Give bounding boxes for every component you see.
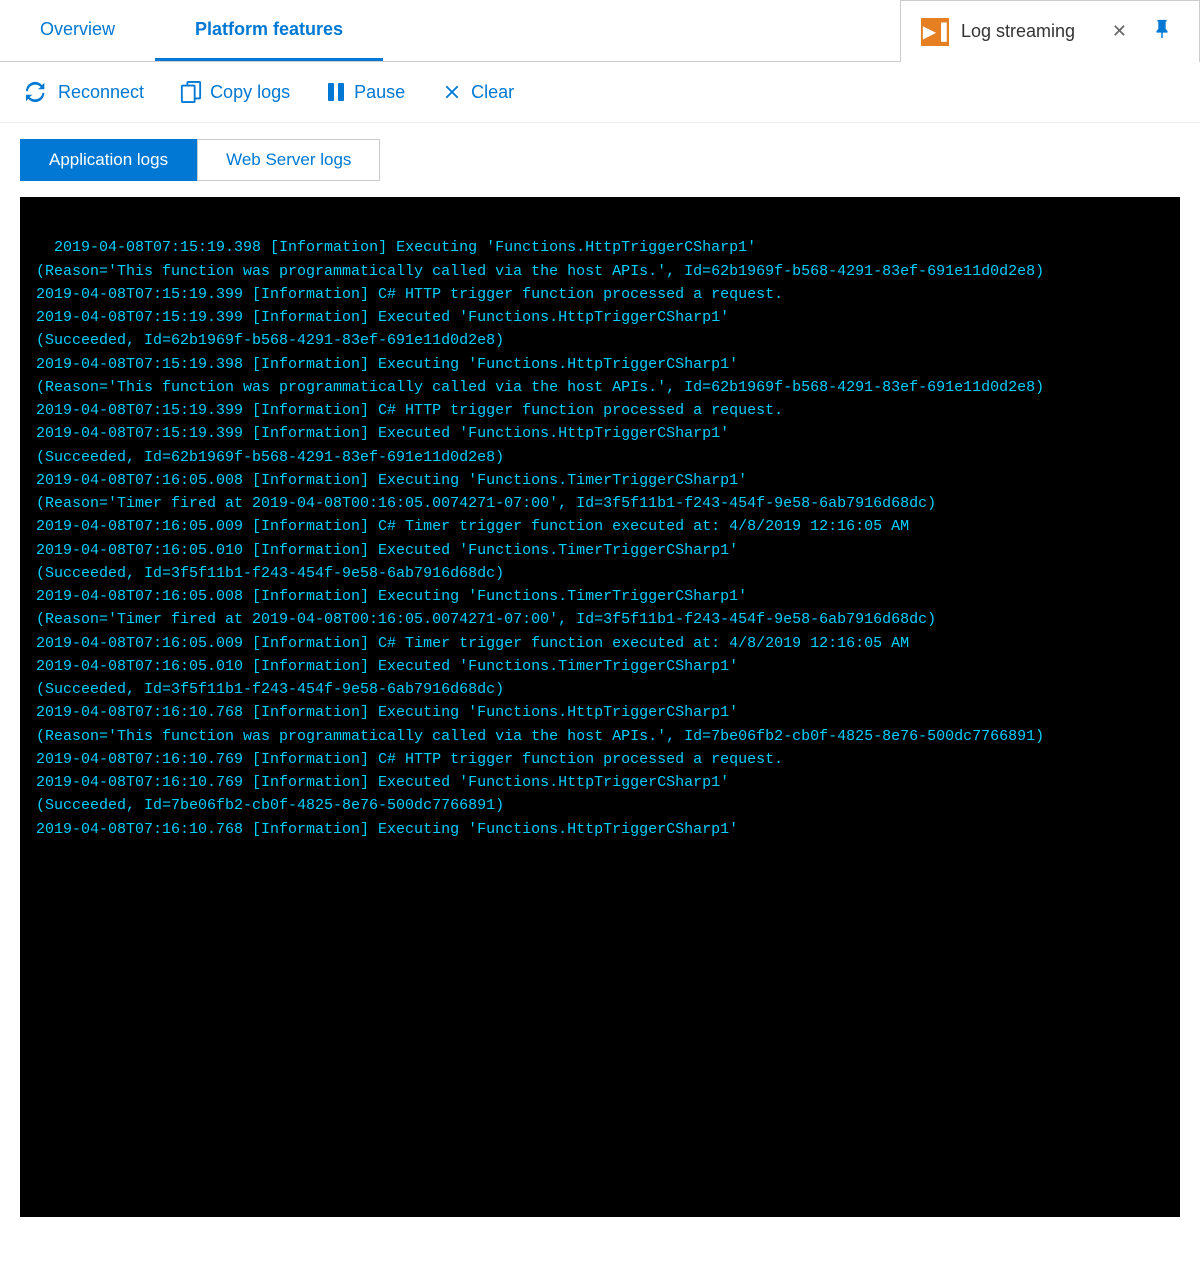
clear-icon [441, 81, 463, 103]
pause-icon [326, 81, 346, 103]
tab-platform-features-label: Platform features [195, 19, 343, 40]
reconnect-icon [24, 81, 50, 103]
reconnect-button[interactable]: Reconnect [24, 81, 144, 103]
log-tabs: Application logs Web Server logs [0, 123, 1200, 181]
toolbar: Reconnect Copy logs Pause Clear [0, 62, 1200, 123]
tab-overview[interactable]: Overview [0, 0, 155, 61]
pin-panel-button[interactable] [1145, 16, 1179, 47]
tab-platform-features[interactable]: Platform features [155, 0, 383, 61]
copy-logs-label: Copy logs [210, 82, 290, 103]
tab-bar: Overview Platform features ▶▐ Log stream… [0, 0, 1200, 62]
close-panel-button[interactable]: ✕ [1106, 19, 1133, 44]
log-streaming-icon: ▶▐ [921, 18, 949, 46]
pin-icon [1151, 18, 1173, 40]
clear-label: Clear [471, 82, 514, 103]
tab-web-server-logs[interactable]: Web Server logs [197, 139, 380, 181]
log-text: 2019-04-08T07:15:19.398 [Information] Ex… [36, 239, 1044, 837]
reconnect-label: Reconnect [58, 82, 144, 103]
web-server-logs-label: Web Server logs [226, 150, 351, 169]
tab-overview-label: Overview [40, 19, 115, 40]
log-streaming-panel: ▶▐ Log streaming ✕ [900, 0, 1200, 62]
pause-label: Pause [354, 82, 405, 103]
copy-icon [180, 80, 202, 104]
tab-application-logs[interactable]: Application logs [20, 139, 197, 181]
clear-button[interactable]: Clear [441, 81, 514, 103]
pause-button[interactable]: Pause [326, 81, 405, 103]
application-logs-label: Application logs [49, 150, 168, 169]
log-streaming-title: Log streaming [961, 21, 1094, 42]
log-output[interactable]: 2019-04-08T07:15:19.398 [Information] Ex… [20, 197, 1180, 1217]
copy-logs-button[interactable]: Copy logs [180, 80, 290, 104]
